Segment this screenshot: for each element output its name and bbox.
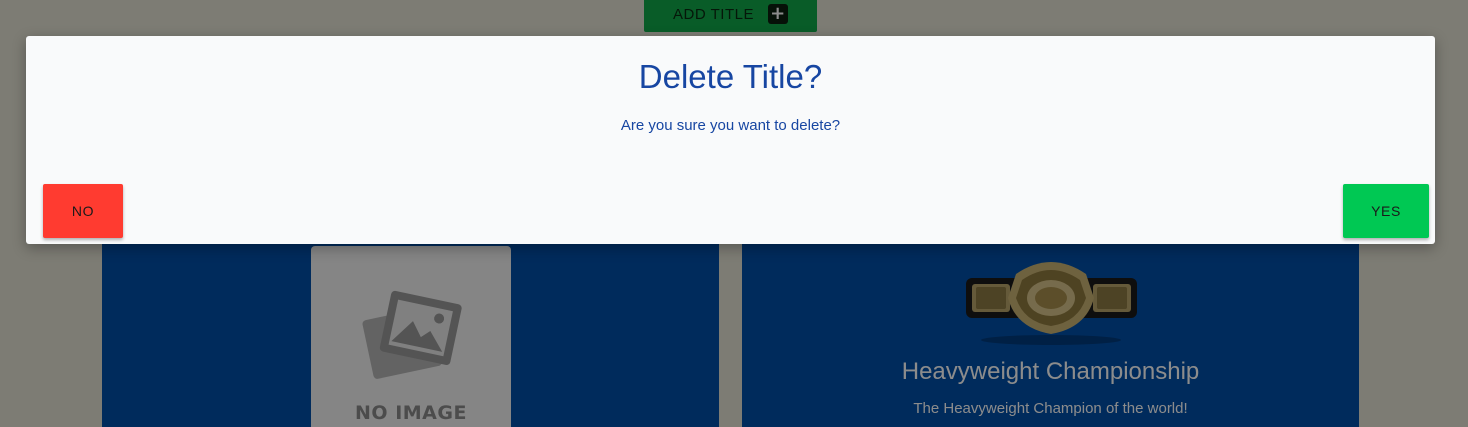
delete-confirm-dialog: Delete Title? Are you sure you want to d… xyxy=(26,36,1435,244)
no-button[interactable]: NO xyxy=(43,184,123,238)
dialog-message: Are you sure you want to delete? xyxy=(620,117,841,134)
dialog-title: Delete Title? xyxy=(638,58,823,95)
yes-button[interactable]: YES xyxy=(1343,184,1429,238)
